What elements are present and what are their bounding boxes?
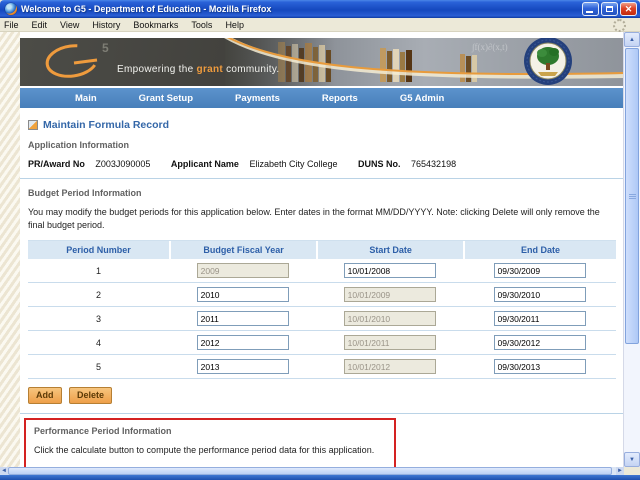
fiscal-year-input[interactable]	[197, 335, 289, 350]
menu-file[interactable]: File	[4, 20, 19, 30]
page-body: Maintain Formula Record Application Info…	[20, 108, 624, 467]
page-content: ∫f(x)∂(x,t) 5	[20, 32, 624, 467]
nav-payments[interactable]: Payments	[214, 93, 301, 104]
fiscal-year-input[interactable]	[197, 311, 289, 326]
start-date-input	[344, 335, 436, 350]
window-title: Welcome to G5 - Department of Education …	[21, 4, 582, 14]
delete-button[interactable]: Delete	[69, 387, 112, 404]
pr-award-label: PR/Award No	[28, 159, 85, 169]
table-row: 2	[28, 283, 616, 307]
end-date-input[interactable]	[494, 359, 586, 374]
g5-logo-number: 5	[102, 41, 109, 55]
duns-value: 765432198	[411, 159, 456, 169]
end-date-input[interactable]	[494, 287, 586, 302]
menu-bar: File Edit View History Bookmarks Tools H…	[0, 18, 640, 32]
tagline-grant-word: grant	[197, 64, 224, 75]
menu-view[interactable]: View	[60, 20, 79, 30]
start-date-input	[344, 311, 436, 326]
nav-g5-admin[interactable]: G5 Admin	[379, 93, 466, 104]
page-title: Maintain Formula Record	[43, 119, 169, 131]
fiscal-year-input[interactable]	[197, 287, 289, 302]
period-number-cell: 2	[28, 290, 169, 300]
applicant-name-label: Applicant Name	[171, 159, 239, 169]
col-budget-fiscal-year: Budget Fiscal Year	[169, 241, 316, 259]
section-divider	[20, 413, 624, 414]
start-date-input	[344, 359, 436, 374]
vertical-scroll-thumb[interactable]	[625, 48, 639, 344]
budget-period-description: You may modify the budget periods for th…	[28, 206, 616, 232]
add-button[interactable]: Add	[28, 387, 62, 404]
menu-edit[interactable]: Edit	[32, 20, 48, 30]
scroll-up-button[interactable]: ▲	[624, 32, 640, 47]
minimize-button[interactable]	[582, 2, 599, 16]
table-header-row: Period Number Budget Fiscal Year Start D…	[28, 241, 616, 259]
maintain-formula-record-icon	[28, 120, 38, 130]
period-number-cell: 5	[28, 362, 169, 372]
col-period-number: Period Number	[28, 241, 169, 259]
fiscal-year-input	[197, 263, 289, 278]
close-button[interactable]: ✕	[620, 2, 637, 16]
menu-history[interactable]: History	[92, 20, 120, 30]
banner-art: ∫f(x)∂(x,t) 5	[20, 38, 624, 86]
horizontal-scroll-thumb[interactable]	[8, 467, 612, 475]
restore-button[interactable]	[601, 2, 618, 16]
scroll-right-button[interactable]: ►	[616, 467, 624, 475]
menu-help[interactable]: Help	[225, 20, 244, 30]
duns-label: DUNS No.	[358, 159, 401, 169]
browser-window: Welcome to G5 - Department of Education …	[0, 0, 640, 480]
firefox-icon	[5, 3, 17, 15]
nav-reports[interactable]: Reports	[301, 93, 379, 104]
menu-tools[interactable]: Tools	[191, 20, 212, 30]
application-info-row: PR/Award No Z003J090005 Applicant Name E…	[28, 159, 616, 169]
budget-period-table: Period Number Budget Fiscal Year Start D…	[28, 240, 616, 379]
application-information-heading: Application Information	[28, 140, 616, 150]
col-end-date: End Date	[463, 241, 616, 259]
horizontal-scrollbar[interactable]: ◄ ►	[0, 467, 624, 475]
g5-banner: ∫f(x)∂(x,t) 5	[20, 38, 624, 86]
end-date-input[interactable]	[494, 335, 586, 350]
table-row: 4	[28, 331, 616, 355]
page-viewport: ∫f(x)∂(x,t) 5	[0, 32, 640, 467]
banner-tagline: Empowering the grant community.	[117, 64, 280, 75]
main-nav: Main Grant Setup Payments Reports G5 Adm…	[20, 88, 624, 108]
vertical-scrollbar[interactable]: ▲ ▼	[623, 32, 640, 467]
scroll-left-button[interactable]: ◄	[0, 467, 8, 475]
budget-period-heading: Budget Period Information	[28, 188, 616, 198]
performance-period-heading: Performance Period Information	[34, 426, 386, 436]
table-row: 5	[28, 355, 616, 379]
page-title-row: Maintain Formula Record	[28, 119, 616, 131]
table-actions: Add Delete	[28, 387, 616, 404]
end-date-input[interactable]	[494, 311, 586, 326]
scroll-down-button[interactable]: ▼	[624, 452, 640, 467]
start-date-input[interactable]	[344, 263, 436, 278]
table-row: 3	[28, 307, 616, 331]
performance-period-description: Click the calculate button to compute th…	[34, 444, 386, 457]
scrollbar-corner	[624, 467, 640, 475]
period-number-cell: 4	[28, 338, 169, 348]
formula-overlay-text: ∫f(x)∂(x,t)	[471, 42, 508, 53]
end-date-input[interactable]	[494, 263, 586, 278]
start-date-input	[344, 287, 436, 302]
section-divider	[20, 178, 624, 179]
throbber-icon	[613, 19, 626, 32]
nav-main[interactable]: Main	[54, 93, 118, 104]
menu-bookmarks[interactable]: Bookmarks	[133, 20, 178, 30]
applicant-name-value: Elizabeth City College	[249, 159, 337, 169]
department-of-education-seal-icon	[524, 38, 572, 85]
nav-grant-setup[interactable]: Grant Setup	[118, 93, 214, 104]
performance-period-highlight-box: Performance Period Information Click the…	[24, 418, 396, 467]
g5-logo	[45, 43, 99, 80]
table-row: 1	[28, 259, 616, 283]
title-bar[interactable]: Welcome to G5 - Department of Education …	[0, 0, 640, 18]
period-number-cell: 3	[28, 314, 169, 324]
period-number-cell: 1	[28, 266, 169, 276]
fiscal-year-input[interactable]	[197, 359, 289, 374]
col-start-date: Start Date	[316, 241, 463, 259]
window-bottom-border	[0, 475, 640, 480]
pr-award-value: Z003J090005	[95, 159, 150, 169]
